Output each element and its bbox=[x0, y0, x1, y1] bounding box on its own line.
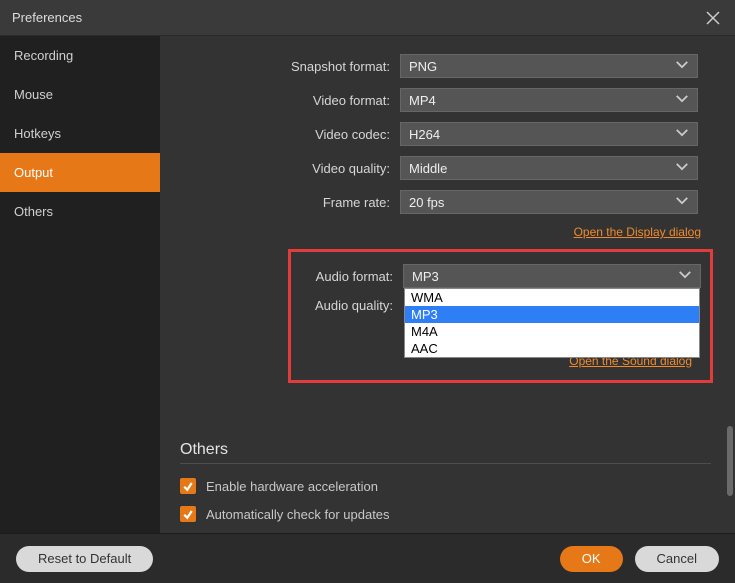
window-title: Preferences bbox=[12, 10, 82, 25]
chevron-down-icon bbox=[675, 58, 689, 75]
dropdown-option-wma[interactable]: WMA bbox=[405, 289, 699, 306]
checkbox-auto-check[interactable] bbox=[180, 506, 196, 522]
checkbox-hw-accel[interactable] bbox=[180, 478, 196, 494]
reset-to-default-button[interactable]: Reset to Default bbox=[16, 546, 153, 572]
content-output: Snapshot format: PNG Video format: MP4 V… bbox=[160, 36, 735, 533]
select-video-quality[interactable]: Middle bbox=[400, 156, 698, 180]
section-title-others: Others bbox=[180, 441, 711, 459]
close-icon bbox=[705, 10, 721, 26]
sidebar: Recording Mouse Hotkeys Output Others bbox=[0, 36, 160, 533]
select-value: 20 fps bbox=[409, 195, 444, 210]
dropdown-option-mp3[interactable]: MP3 bbox=[405, 306, 699, 323]
label-audio-quality: Audio quality: bbox=[291, 298, 403, 313]
chevron-down-icon bbox=[678, 268, 692, 285]
label-auto-check: Automatically check for updates bbox=[206, 507, 390, 522]
select-frame-rate[interactable]: 20 fps bbox=[400, 190, 698, 214]
dropdown-audio-format: WMA MP3 M4A AAC bbox=[404, 288, 700, 358]
label-snapshot-format: Snapshot format: bbox=[170, 59, 400, 74]
highlight-audio-section: Audio format: MP3 WMA MP3 M4A AAC Audio … bbox=[288, 249, 713, 383]
chevron-down-icon bbox=[675, 160, 689, 177]
cancel-button[interactable]: Cancel bbox=[635, 546, 719, 572]
chevron-down-icon bbox=[675, 92, 689, 109]
check-icon bbox=[182, 480, 194, 492]
dropdown-option-m4a[interactable]: M4A bbox=[405, 323, 699, 340]
select-video-codec[interactable]: H264 bbox=[400, 122, 698, 146]
ok-button[interactable]: OK bbox=[560, 546, 623, 572]
sidebar-item-mouse[interactable]: Mouse bbox=[0, 75, 160, 114]
select-value: MP3 bbox=[412, 269, 439, 284]
chevron-down-icon bbox=[675, 194, 689, 211]
dropdown-option-aac[interactable]: AAC bbox=[405, 340, 699, 357]
titlebar: Preferences bbox=[0, 0, 735, 36]
sidebar-item-hotkeys[interactable]: Hotkeys bbox=[0, 114, 160, 153]
select-value: PNG bbox=[409, 59, 437, 74]
select-audio-format[interactable]: MP3 WMA MP3 M4A AAC bbox=[403, 264, 701, 288]
label-hw-accel: Enable hardware acceleration bbox=[206, 479, 378, 494]
select-video-format[interactable]: MP4 bbox=[400, 88, 698, 112]
select-value: Middle bbox=[409, 161, 447, 176]
sidebar-item-output[interactable]: Output bbox=[0, 153, 160, 192]
select-snapshot-format[interactable]: PNG bbox=[400, 54, 698, 78]
label-video-format: Video format: bbox=[170, 93, 400, 108]
select-value: H264 bbox=[409, 127, 440, 142]
label-audio-format: Audio format: bbox=[291, 269, 403, 284]
select-value: MP4 bbox=[409, 93, 436, 108]
link-display-dialog[interactable]: Open the Display dialog bbox=[574, 225, 701, 239]
sidebar-item-recording[interactable]: Recording bbox=[0, 36, 160, 75]
chevron-down-icon bbox=[675, 126, 689, 143]
sidebar-item-others[interactable]: Others bbox=[0, 192, 160, 231]
check-icon bbox=[182, 508, 194, 520]
footer: Reset to Default OK Cancel bbox=[0, 533, 735, 583]
close-button[interactable] bbox=[703, 8, 723, 28]
divider bbox=[180, 463, 711, 464]
label-video-quality: Video quality: bbox=[170, 161, 400, 176]
label-video-codec: Video codec: bbox=[170, 127, 400, 142]
scrollbar[interactable] bbox=[727, 426, 733, 496]
label-frame-rate: Frame rate: bbox=[170, 195, 400, 210]
